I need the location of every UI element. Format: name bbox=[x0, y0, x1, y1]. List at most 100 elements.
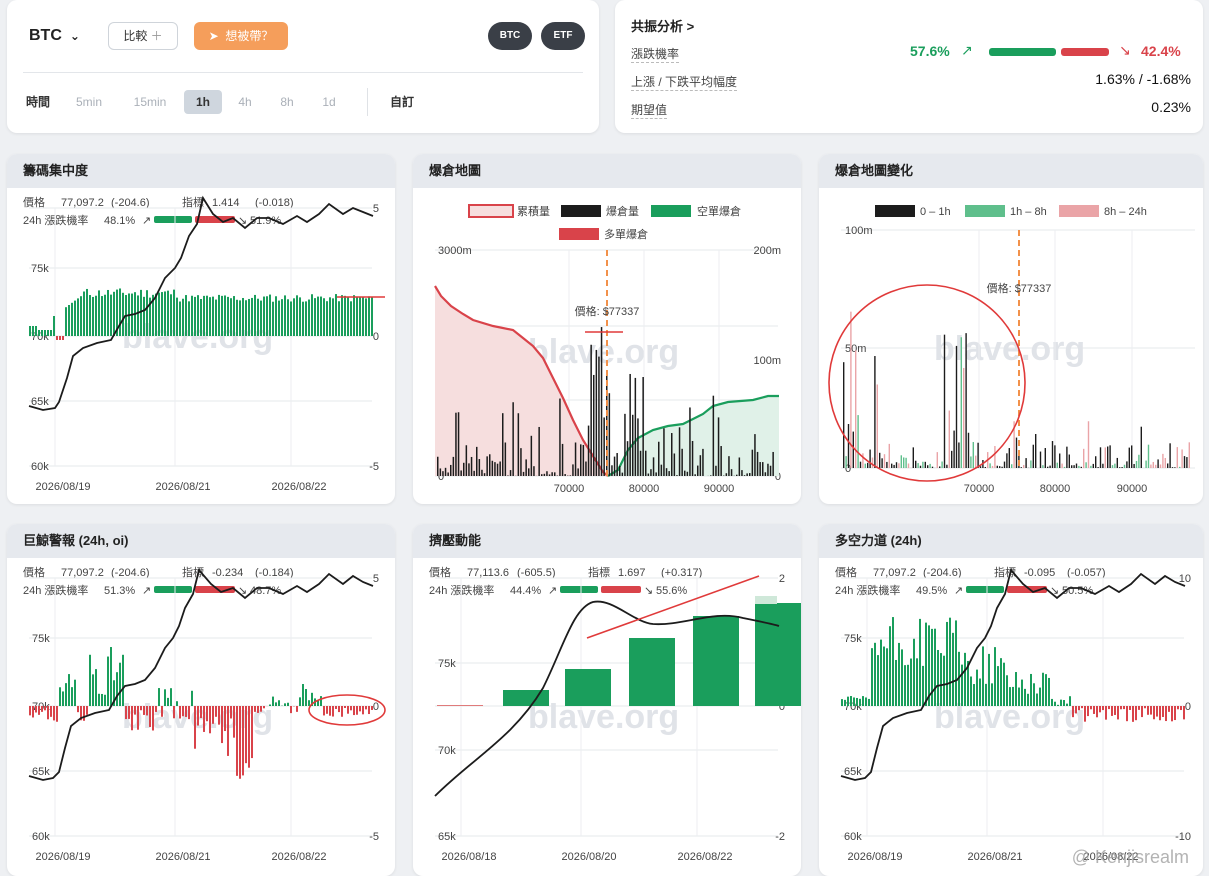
tab-1d[interactable]: 1d bbox=[316, 90, 342, 114]
liq-change-bar bbox=[1150, 464, 1152, 468]
liq-bar bbox=[473, 470, 475, 476]
expectation-value: 0.23% bbox=[1151, 99, 1191, 115]
ask-button[interactable]: ➤ 想被帶？ bbox=[194, 22, 288, 50]
liq-bar bbox=[496, 463, 499, 476]
bar bbox=[158, 688, 160, 706]
bar bbox=[871, 648, 873, 706]
bar bbox=[919, 618, 921, 706]
bar bbox=[266, 296, 268, 336]
liq-change-bar bbox=[1133, 463, 1135, 468]
compare-button[interactable]: 比較 ＋ bbox=[108, 22, 178, 50]
bar bbox=[140, 289, 142, 336]
liq-bar bbox=[442, 471, 444, 476]
liq-change-bar bbox=[948, 410, 950, 468]
etf-pill[interactable]: ETF bbox=[541, 22, 585, 50]
bar bbox=[371, 297, 373, 336]
bar bbox=[47, 330, 49, 336]
liq-change-bar bbox=[917, 463, 919, 468]
tab-1h[interactable]: 1h bbox=[184, 90, 222, 114]
bar bbox=[1135, 706, 1137, 721]
tab-15min[interactable]: 15min bbox=[127, 90, 173, 114]
bar bbox=[1030, 673, 1032, 706]
bar bbox=[1000, 658, 1002, 706]
rise-fall-prob-label: 漲跌機率 bbox=[631, 47, 680, 63]
tab-8h[interactable]: 8h bbox=[274, 90, 300, 114]
liq-change-bar bbox=[1054, 445, 1056, 468]
liq-change-bar bbox=[970, 456, 972, 468]
liq-bar bbox=[712, 395, 715, 476]
liq-change-bar bbox=[1068, 454, 1070, 468]
tab-5min[interactable]: 5min bbox=[69, 90, 109, 114]
liq-change-bar bbox=[1049, 465, 1051, 468]
liq-bar bbox=[673, 453, 676, 476]
symbol-label: BTC bbox=[29, 27, 62, 44]
legend-swatch bbox=[875, 205, 915, 217]
liq-change-bar bbox=[1176, 447, 1178, 468]
legend-label: 空單爆倉 bbox=[697, 204, 741, 218]
legend-label: 爆倉量 bbox=[606, 204, 639, 218]
resonance-title[interactable]: 共振分析 > bbox=[631, 16, 694, 35]
bar bbox=[1162, 706, 1164, 717]
btc-pill[interactable]: BTC bbox=[488, 22, 532, 50]
x-tick: 70000 bbox=[554, 483, 585, 495]
liq-bar bbox=[639, 450, 642, 476]
bar bbox=[1090, 706, 1092, 710]
bar bbox=[95, 295, 97, 336]
liq-change-bar bbox=[1042, 465, 1044, 468]
liq-change-bar bbox=[1171, 467, 1174, 468]
bar bbox=[59, 336, 61, 340]
bar bbox=[239, 300, 241, 336]
liq-bar bbox=[603, 417, 605, 476]
bar bbox=[209, 706, 211, 734]
bar bbox=[976, 669, 978, 706]
liq-change-bar bbox=[1102, 463, 1104, 468]
liq-bar bbox=[749, 473, 751, 476]
bar bbox=[359, 706, 361, 712]
bar bbox=[1153, 706, 1155, 720]
liq-change-bar bbox=[1147, 444, 1150, 468]
bar bbox=[143, 296, 145, 336]
tab-4h[interactable]: 4h bbox=[232, 90, 258, 114]
bar bbox=[1009, 687, 1011, 706]
resonance-card: 共振分析 > 漲跌機率 57.6% ↗ ↘ 42.4% 上漲 / 下跌平均幅度 … bbox=[615, 0, 1203, 133]
index-value: 1.414 bbox=[212, 197, 240, 209]
y-tick-right: 2 bbox=[779, 573, 785, 585]
liq-change-bar bbox=[1006, 453, 1008, 468]
liq-change-bar bbox=[919, 465, 922, 468]
bar bbox=[224, 295, 226, 336]
bar bbox=[326, 301, 328, 336]
liq-bar bbox=[743, 475, 746, 476]
bar bbox=[290, 706, 292, 714]
bar bbox=[128, 706, 130, 719]
bar bbox=[997, 666, 999, 706]
bar bbox=[955, 620, 957, 706]
liq-change-bar bbox=[1186, 457, 1188, 468]
bar bbox=[883, 646, 885, 706]
bar bbox=[341, 295, 343, 336]
liq-bar bbox=[759, 462, 761, 476]
bar bbox=[1087, 706, 1089, 717]
bar bbox=[982, 646, 984, 706]
y-tick-right: -5 bbox=[369, 461, 379, 473]
bar bbox=[1075, 706, 1077, 714]
liq-change-bar bbox=[936, 452, 938, 468]
symbol-selector[interactable]: BTC ⌄ bbox=[29, 27, 80, 45]
y-tick-right: 10 bbox=[1179, 573, 1191, 585]
bar bbox=[946, 621, 948, 706]
bar bbox=[245, 300, 247, 336]
liq-change-bar bbox=[967, 432, 970, 468]
bar bbox=[365, 298, 367, 336]
trend-up-icon: ↗ bbox=[961, 42, 973, 58]
up-prob: 51.3% bbox=[104, 585, 135, 597]
x-tick: 2026/08/19 bbox=[35, 481, 90, 493]
y-tick-left: 100m bbox=[845, 225, 873, 237]
bar bbox=[83, 291, 85, 336]
custom-button[interactable]: 自訂 bbox=[387, 90, 417, 114]
trend-up-icon: ↗ bbox=[142, 585, 151, 597]
bar bbox=[101, 693, 103, 706]
liq-change-bar bbox=[989, 463, 991, 468]
liq-change-bar bbox=[1111, 465, 1114, 468]
symbol-toolbar: BTC ⌄ 比較 ＋ ➤ 想被帶？ BTC ETF 時間 5min 15min 1… bbox=[7, 0, 599, 133]
bar bbox=[329, 706, 331, 716]
liq-bar bbox=[772, 451, 774, 476]
